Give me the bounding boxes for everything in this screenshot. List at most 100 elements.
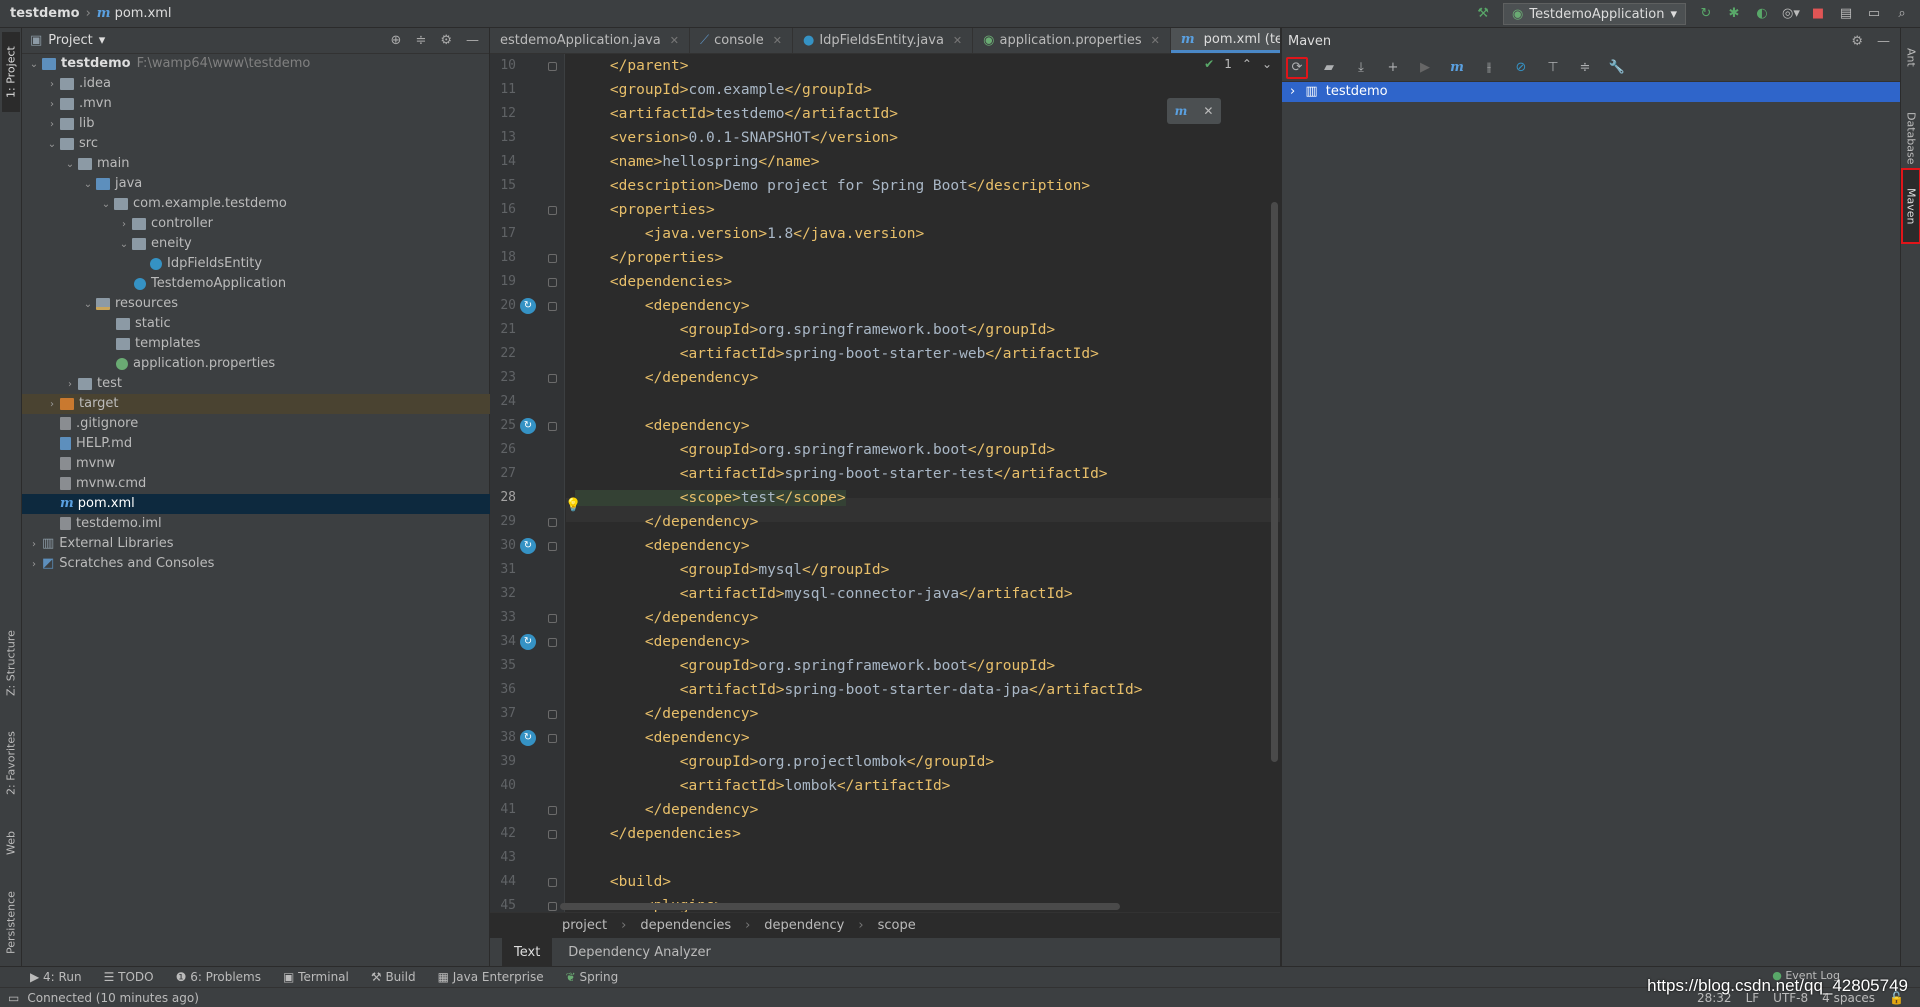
spring-gutter-icon[interactable]: ↻: [520, 538, 536, 554]
code-editor[interactable]: 10 11 12 13 14 15 16 17 18 19 20 ↻ 21 22 23 24 25 ↻ 26 27 28…: [490, 54, 1280, 912]
tree-item[interactable]: .gitignore: [22, 414, 490, 434]
tree-item[interactable]: › ▥ External Libraries: [22, 534, 490, 554]
persistence-tool-tab[interactable]: Persistence: [2, 878, 20, 968]
maven-reload-popup[interactable]: m ✕: [1167, 98, 1221, 124]
tree-item[interactable]: mvnw: [22, 454, 490, 474]
tree-item[interactable]: › .mvn: [22, 94, 490, 114]
chevron-down-icon[interactable]: ⌄: [80, 175, 96, 195]
chevron-right-icon[interactable]: ›: [1290, 84, 1295, 99]
minimize-icon[interactable]: —: [466, 33, 479, 48]
tree-item[interactable]: application.properties: [22, 354, 490, 374]
nav-file[interactable]: pom.xml: [115, 6, 172, 21]
tab-console[interactable]: ⟋ console ✕: [690, 28, 793, 53]
generate-sources-button[interactable]: ▰: [1318, 57, 1340, 79]
structure-tool-tab[interactable]: Z: Structure: [2, 618, 20, 708]
tree-item[interactable]: ⌄ resources: [22, 294, 490, 314]
search-icon[interactable]: ⌕: [1894, 6, 1910, 22]
code-line[interactable]: <artifactId>spring-boot-starter-test</ar…: [575, 462, 1108, 486]
code-line[interactable]: <artifactId>testdemo</artifactId>: [575, 102, 898, 126]
problems-tool-button[interactable]: ❶ 6: Problems: [176, 970, 261, 984]
favorites-tool-tab[interactable]: 2: Favorites: [2, 718, 20, 808]
download-sources-button[interactable]: ⤓: [1350, 57, 1372, 79]
spring-gutter-icon[interactable]: ↻: [520, 634, 536, 650]
maven-tree-item[interactable]: › ▥ testdemo: [1282, 82, 1900, 102]
code-line[interactable]: <version>0.0.1-SNAPSHOT</version>: [575, 126, 898, 150]
ant-tool-tab[interactable]: Ant: [1902, 34, 1920, 80]
tree-item[interactable]: ⌄ java: [22, 174, 490, 194]
code-line[interactable]: <name>hellospring</name>: [575, 150, 820, 174]
tab-pom-xml[interactable]: mpom.xml (testdemo)✕: [1170, 28, 1280, 53]
chevron-right-icon[interactable]: ›: [44, 115, 60, 135]
tree-item[interactable]: › ◩ Scratches and Consoles: [22, 554, 490, 574]
debug-icon[interactable]: ✱: [1726, 6, 1742, 22]
code-line[interactable]: <groupId>mysql</groupId>: [575, 558, 890, 582]
java-enterprise-tool-button[interactable]: ▦ Java Enterprise: [438, 970, 544, 984]
maven-tool-tab[interactable]: Maven: [1901, 168, 1920, 244]
tree-item[interactable]: › .idea: [22, 74, 490, 94]
code-line[interactable]: <dependency>: [575, 630, 750, 654]
code-line[interactable]: </dependencies>: [575, 822, 741, 846]
gear-icon[interactable]: ⚙: [440, 33, 452, 48]
fold-marker-icon[interactable]: [548, 374, 557, 383]
spring-tool-button[interactable]: ❦ Spring: [566, 970, 619, 984]
chevron-down-icon[interactable]: ⌄: [98, 195, 114, 215]
fold-marker-icon[interactable]: [548, 734, 557, 743]
chevron-down-icon[interactable]: ▾: [99, 33, 106, 48]
code-line[interactable]: <artifactId>lombok</artifactId>: [575, 774, 951, 798]
code-line[interactable]: </dependency>: [575, 702, 759, 726]
tree-item[interactable]: templates: [22, 334, 490, 354]
status-toggle-icon[interactable]: ▭: [8, 991, 19, 1005]
code-line[interactable]: <java.version>1.8</java.version>: [575, 222, 924, 246]
fold-marker-icon[interactable]: [548, 302, 557, 311]
tree-item[interactable]: ⌄ src: [22, 134, 490, 154]
fold-marker-icon[interactable]: [548, 422, 557, 431]
show-dependencies-button[interactable]: ⊤: [1542, 57, 1564, 79]
chevron-down-icon[interactable]: ⌄: [80, 295, 96, 315]
code-line[interactable]: <dependency>: [575, 294, 750, 318]
code-line[interactable]: <groupId>com.example</groupId>: [575, 78, 872, 102]
tree-item[interactable]: IdpFieldsEntity: [22, 254, 490, 274]
fold-marker-icon[interactable]: [548, 638, 557, 647]
project-structure-icon[interactable]: ▤: [1838, 6, 1854, 22]
tree-item[interactable]: ⌄ testdemo F:\wamp64\www\testdemo: [22, 54, 490, 74]
skip-tests-button[interactable]: ⊘: [1510, 57, 1532, 79]
code-line[interactable]: </dependency>: [575, 798, 759, 822]
fold-marker-icon[interactable]: [548, 806, 557, 815]
code-line[interactable]: <build>: [575, 870, 671, 894]
close-icon[interactable]: ✕: [953, 34, 962, 47]
chevron-down-icon[interactable]: ⌄: [62, 155, 78, 175]
breadcrumb-item[interactable]: dependency: [764, 918, 844, 933]
code-line[interactable]: </dependency>: [575, 510, 759, 534]
code-line[interactable]: </properties>: [575, 246, 724, 270]
tree-item[interactable]: ⌄ com.example.testdemo: [22, 194, 490, 214]
close-icon[interactable]: ✕: [1151, 34, 1160, 47]
tab-idp-fields-entity[interactable]: ● IdpFieldsEntity.java ✕: [793, 28, 974, 53]
project-tool-tab[interactable]: 1: Project: [2, 32, 20, 112]
tab-application-properties[interactable]: ◉ application.properties ✕: [973, 28, 1171, 53]
stop-icon[interactable]: ■: [1810, 6, 1826, 22]
fold-marker-icon[interactable]: [548, 62, 557, 71]
close-icon[interactable]: ✕: [670, 34, 679, 47]
fold-marker-icon[interactable]: [548, 710, 557, 719]
coverage-icon[interactable]: ◐: [1754, 6, 1770, 22]
breadcrumb-item[interactable]: dependencies: [640, 918, 731, 933]
chevron-right-icon[interactable]: ›: [62, 375, 78, 395]
run-tool-button[interactable]: ▶ 4: Run: [30, 970, 82, 984]
status-message[interactable]: Connected (10 minutes ago): [27, 991, 199, 1005]
maven-load-changes-icon[interactable]: m: [1175, 104, 1188, 118]
code-line[interactable]: <groupId>org.springframework.boot</group…: [575, 654, 1055, 678]
code-line[interactable]: <groupId>org.springframework.boot</group…: [575, 318, 1055, 342]
chevron-right-icon[interactable]: ›: [44, 95, 60, 115]
window-icon[interactable]: ▭: [1866, 6, 1882, 22]
todo-tool-button[interactable]: ☰ TODO: [104, 970, 154, 984]
chevron-up-icon[interactable]: ⌃: [1242, 57, 1252, 71]
chevron-down-icon[interactable]: ⌄: [44, 135, 60, 155]
code-line[interactable]: <dependency>: [575, 726, 750, 750]
fold-marker-icon[interactable]: [548, 542, 557, 551]
code-line[interactable]: <dependency>: [575, 534, 750, 558]
tree-item[interactable]: › target: [22, 394, 490, 414]
spring-gutter-icon[interactable]: ↻: [520, 298, 536, 314]
code-line[interactable]: <artifactId>spring-boot-starter-data-jpa…: [575, 678, 1143, 702]
chevron-down-icon[interactable]: ⌄: [26, 55, 42, 75]
rerun-icon[interactable]: ↻: [1698, 6, 1714, 22]
